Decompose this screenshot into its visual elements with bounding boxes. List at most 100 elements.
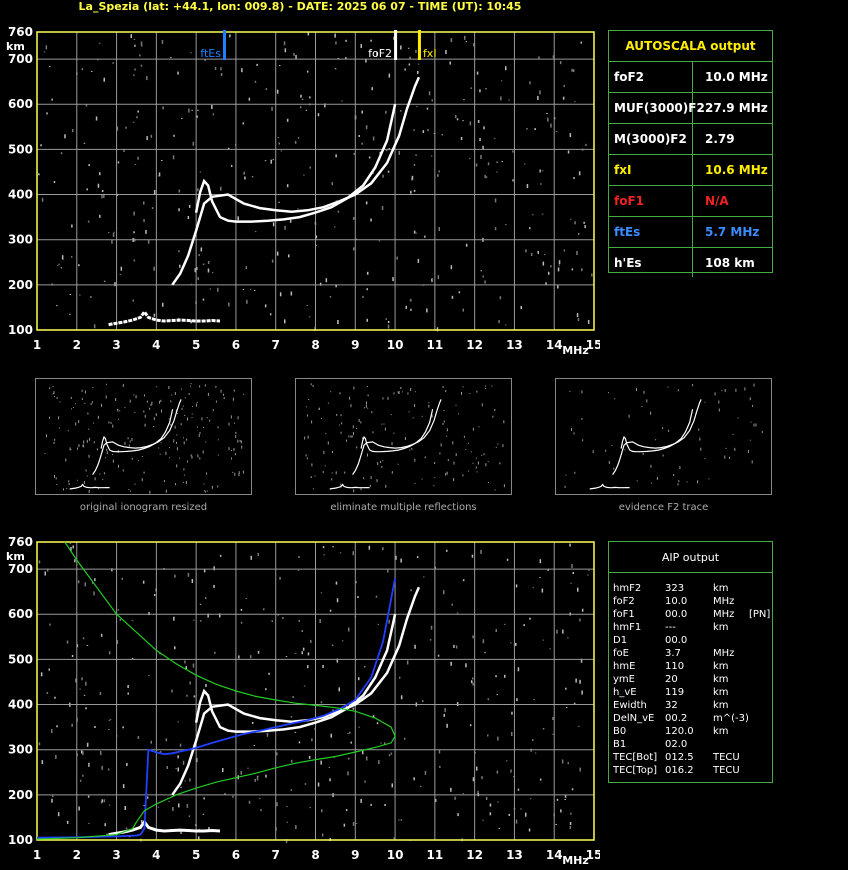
- x-tick-label: 11: [427, 338, 444, 352]
- caption-original: original ionogram resized: [79, 502, 208, 513]
- y-tick-label: 760: [8, 535, 33, 549]
- autoscala-value: 10.0 MHz: [705, 70, 768, 84]
- y-tick-label: 760: [8, 25, 33, 39]
- y-tick-label: 500: [8, 142, 33, 156]
- x-tick-label: 13: [506, 848, 523, 862]
- aip-cell: km: [713, 674, 729, 685]
- autoscala-row: foF2 10.0 MHz: [609, 62, 772, 93]
- aip-cell: TEC[Bot]: [613, 752, 658, 763]
- y-tick-label: 100: [8, 323, 33, 337]
- autoscala-value: 2.79: [705, 132, 735, 146]
- x-tick-label: 12: [466, 338, 483, 352]
- aip-row: h_vE 119 km: [613, 686, 770, 699]
- autoscala-row: foF1 N/A: [609, 186, 772, 217]
- autoscala-value: 10.6 MHz: [705, 163, 768, 177]
- aip-cell: foF1: [613, 609, 635, 620]
- aip-row: TEC[Top] 016.2 TECU: [613, 764, 770, 777]
- x-tick-label: 1: [33, 338, 41, 352]
- aip-cell: 3.7: [665, 648, 681, 659]
- aip-cell: km: [713, 726, 729, 737]
- top-ionogram-chart: 1 2 3 4 5 6 7 8 9 10 11 12 13 14 157607006005004003002…: [6, 25, 600, 357]
- thumbnail-evidence-f2: [555, 378, 772, 495]
- autoscala-row: h'Es 108 km: [609, 248, 772, 277]
- y-tick-label: 700: [8, 562, 33, 576]
- x-axis-unit: MHz: [562, 854, 589, 867]
- thumb-trace: [620, 409, 694, 453]
- y-axis-unit: km: [6, 550, 25, 563]
- aip-cell: DelN_vE: [613, 713, 655, 724]
- y-tick-label: 400: [8, 188, 33, 202]
- aip-cell: 32: [665, 700, 678, 711]
- trace-series: [194, 613, 397, 733]
- aip-cell: h_vE: [613, 687, 637, 698]
- y-tick-label: 100: [8, 833, 33, 847]
- aip-row: DelN_vE 00.2 m^(-3): [613, 712, 770, 725]
- thumbnail-eliminate-reflections: [295, 378, 512, 495]
- autoscala-key: foF2: [609, 62, 693, 92]
- y-tick-label: 200: [8, 788, 33, 802]
- thumb-trace: [100, 409, 174, 453]
- x-tick-label: 13: [506, 338, 523, 352]
- x-tick-label: 14: [546, 848, 563, 862]
- trace-series: [171, 76, 421, 286]
- aip-cell: 02.0: [665, 739, 688, 750]
- thumb-trace: [329, 483, 370, 490]
- autoscala-header: AUTOSCALA output: [609, 31, 772, 62]
- x-tick-label: 11: [427, 848, 444, 862]
- y-tick-label: 600: [8, 607, 33, 621]
- x-tick-label: 14: [546, 338, 563, 352]
- aip-cell: km: [713, 661, 729, 672]
- y-tick-label: 300: [8, 233, 33, 247]
- x-tick-label: 5: [192, 848, 200, 862]
- aip-row: D1 00.0: [613, 634, 770, 647]
- aip-cell: hmF2: [613, 583, 642, 594]
- autoscala-value: N/A: [705, 194, 729, 208]
- caption-eliminate: eliminate multiple reflections: [330, 502, 477, 513]
- aip-cell: [PN]: [749, 609, 771, 620]
- x-tick-label: 5: [192, 338, 200, 352]
- marker-label-fxI: fxI: [423, 47, 437, 60]
- aip-cell: [713, 738, 749, 751]
- aip-cell: [713, 634, 749, 647]
- x-tick-label: 6: [232, 848, 240, 862]
- autoscala-row: ftEs 5.7 MHz: [609, 217, 772, 248]
- x-tick-label: 1: [33, 848, 41, 862]
- autoscala-key: MUF(3000)F2: [609, 93, 705, 123]
- aip-row: foE 3.7 MHz: [613, 647, 770, 660]
- x-tick-label: 10: [387, 848, 404, 862]
- aip-output-panel: AIP output hmF2 323 km foF2 10.0 MHz foF1 00.0 M…: [608, 541, 773, 783]
- caption-evidence: evidence F2 trace: [618, 502, 709, 513]
- autoscala-value: 108 km: [705, 256, 755, 270]
- marker-line-ftEs: [222, 30, 226, 60]
- x-tick-label: 4: [152, 848, 160, 862]
- aip-cell: 20: [665, 674, 678, 685]
- y-tick-label: 600: [8, 97, 33, 111]
- aip-header: AIP output: [609, 542, 772, 573]
- x-tick-label: 3: [112, 338, 120, 352]
- aip-cell: km: [713, 700, 729, 711]
- marker-label-ftEs: ftEs: [200, 47, 221, 60]
- aip-cell: foE: [613, 648, 629, 659]
- marker-line-foF2: [394, 30, 398, 60]
- aip-row: foF1 00.0 MHz [PN]: [613, 608, 770, 621]
- aip-cell: km: [713, 622, 729, 633]
- trace-series: [108, 309, 221, 327]
- thumb-trace: [612, 399, 702, 475]
- aip-cell: Ewidth: [613, 700, 647, 711]
- y-axis-unit: km: [6, 40, 25, 53]
- aip-cell: km: [713, 687, 729, 698]
- x-tick-label: 9: [351, 848, 359, 862]
- autoscala-key: M(3000)F2: [609, 124, 693, 154]
- x-tick-label: 3: [112, 848, 120, 862]
- aip-cell: TECU: [713, 752, 740, 763]
- trace-series: [194, 103, 397, 223]
- aip-row: hmE 110 km: [613, 660, 770, 673]
- noise-speckles: [38, 543, 590, 844]
- autoscala-value: 27.9 MHz: [705, 101, 768, 115]
- aip-cell: MHz: [713, 609, 735, 620]
- aip-cell: 016.2: [665, 765, 694, 776]
- autoscala-row: MUF(3000)F2 27.9 MHz: [609, 93, 772, 124]
- aip-cell: MHz: [713, 648, 735, 659]
- aip-cell: km: [713, 583, 729, 594]
- aip-cell: MHz: [713, 596, 735, 607]
